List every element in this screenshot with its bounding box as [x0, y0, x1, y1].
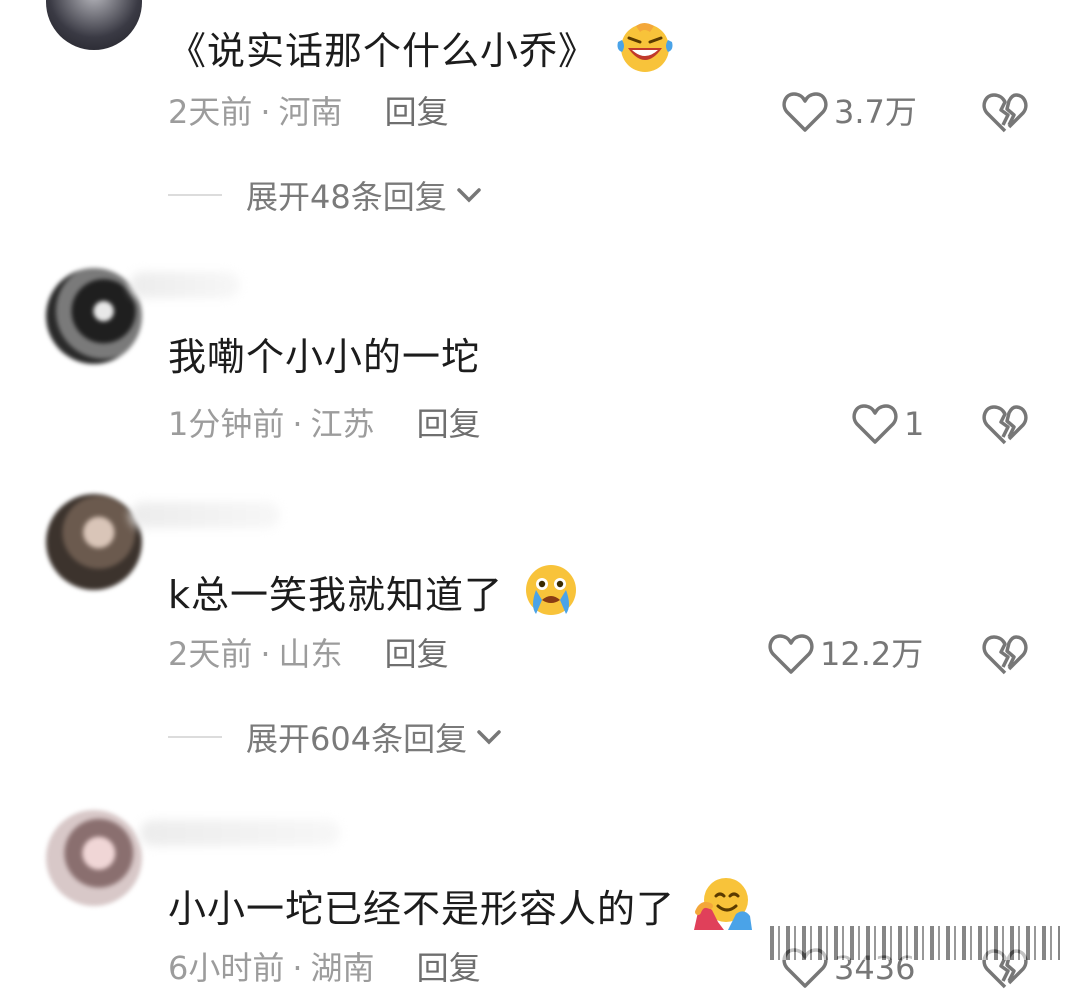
avatar[interactable]: [46, 0, 142, 50]
username-blurred: [130, 502, 280, 528]
comment-location: 河南: [278, 93, 343, 131]
dislike-button[interactable]: [982, 634, 1028, 680]
comment-location: 湖南: [310, 949, 375, 987]
avatar[interactable]: [46, 810, 142, 906]
heart-icon: [768, 634, 814, 674]
comment-text: k总一笑我就知道了: [168, 560, 582, 630]
like-button[interactable]: 3.7万: [782, 90, 917, 134]
reply-button[interactable]: 回复: [417, 949, 481, 987]
comment-time: 6小时前: [168, 949, 285, 987]
broken-heart-icon: [982, 635, 1028, 675]
avatar[interactable]: [46, 494, 142, 590]
username-blurred: [130, 272, 240, 298]
like-count: 1: [904, 405, 925, 443]
comment-text: 我嘞个小小的一坨: [168, 332, 480, 382]
hugging-face-emoji-icon: [692, 874, 754, 944]
expand-replies-label: 展开48条回复: [246, 178, 447, 216]
comment-meta: 1分钟前 · 江苏 回复: [168, 402, 481, 446]
comment-time: 2天前: [168, 93, 253, 131]
reply-button[interactable]: 回复: [385, 93, 449, 131]
expand-replies-button[interactable]: 展开48条回复: [168, 172, 483, 218]
divider-line: [168, 736, 222, 738]
comment-text-content: 我嘞个小小的一坨: [168, 335, 481, 379]
separator-dot: ·: [260, 93, 271, 131]
comment-meta: 2天前 · 河南 回复: [168, 90, 449, 134]
comment-time: 2天前: [168, 635, 253, 673]
separator-dot: ·: [292, 405, 303, 443]
dislike-button[interactable]: [982, 92, 1028, 138]
like-button[interactable]: 12.2万: [768, 632, 923, 676]
separator-dot: ·: [292, 949, 303, 987]
watermark-barcode: [770, 926, 1060, 960]
like-count: 3.7万: [834, 93, 917, 131]
username-blurred: [140, 820, 340, 846]
comment-location: 山东: [278, 635, 343, 673]
like-button[interactable]: 1: [852, 402, 924, 446]
comment-time: 1分钟前: [168, 405, 285, 443]
broken-heart-icon: [982, 405, 1028, 445]
heart-icon: [782, 92, 828, 132]
comment-location: 江苏: [310, 405, 375, 443]
avatar[interactable]: [46, 268, 142, 364]
dislike-button[interactable]: [982, 404, 1028, 450]
reply-button[interactable]: 回复: [385, 635, 449, 673]
expand-replies-button[interactable]: 展开604条回复: [168, 714, 503, 760]
comment-text-content: 小小一坨已经不是形容人的了: [168, 887, 676, 931]
divider-line: [168, 194, 222, 196]
expand-replies-label: 展开604条回复: [246, 720, 468, 758]
reply-button[interactable]: 回复: [417, 405, 481, 443]
chevron-down-icon: [477, 730, 501, 745]
comment-text: 小小一坨已经不是形容人的了: [168, 874, 754, 944]
comment-meta: 6小时前 · 湖南 回复: [168, 946, 481, 990]
broken-heart-icon: [982, 93, 1028, 133]
comment-meta: 2天前 · 山东 回复: [168, 632, 449, 676]
comment-text-content: k总一笑我就知道了: [168, 573, 504, 617]
crying-face-emoji-icon: [520, 560, 582, 630]
grinning-squinting-tears-emoji-icon: [614, 18, 676, 86]
like-count: 12.2万: [820, 635, 924, 673]
chevron-down-icon: [456, 188, 481, 203]
comment-text: 《说实话那个什么小乔》: [168, 18, 676, 86]
separator-dot: ·: [260, 635, 271, 673]
comment-text-content: 《说实话那个什么小乔》: [168, 29, 598, 73]
heart-icon: [852, 404, 898, 444]
